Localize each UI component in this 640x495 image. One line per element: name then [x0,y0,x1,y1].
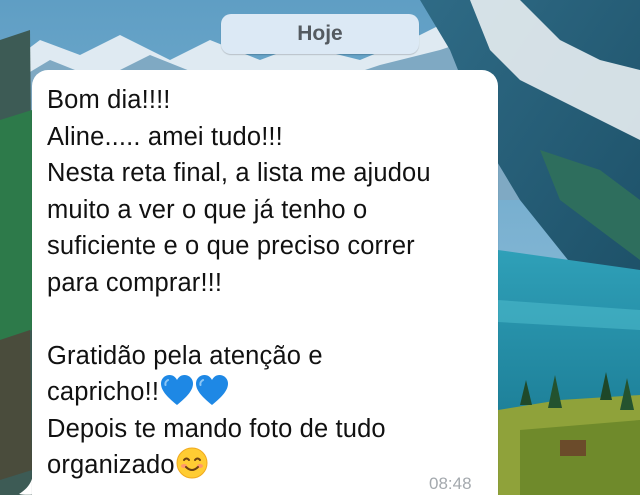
message-line: muito a ver o que já tenho o [47,195,368,224]
message-line-text: capricho!! [47,378,160,406]
blue-heart-icon [161,375,194,405]
date-separator-label: Hoje [297,22,343,45]
message-line: Gratidão pela atenção e [47,341,323,370]
message-text: Bom dia!!!! Aline..... amei tudo!!! Nest… [47,82,487,484]
blue-heart-icon [196,375,229,405]
message-timestamp: 08:48 [429,474,472,493]
message-line: suficiente e o que preciso correr [47,232,415,260]
message-line-with-emoji: organizado [47,447,487,484]
message-line: Nesta reta final, a lista me ajudou [47,159,431,187]
date-separator: Hoje [221,14,419,54]
smiling-face-icon [176,447,208,479]
message-line-with-emoji: capricho!! [47,374,487,411]
chat-screen: Hoje Bom dia!!!! Aline..... amei tudo!!!… [0,0,640,495]
message-line: para comprar!!! [47,268,223,297]
message-line-blank [47,301,487,338]
message-line: Depois te mando foto de tudo [47,414,386,443]
message-line: Aline..... amei tudo!!! [47,122,283,151]
message-line: Bom dia!!!! [47,86,171,114]
message-line-text: organizado [47,451,175,479]
